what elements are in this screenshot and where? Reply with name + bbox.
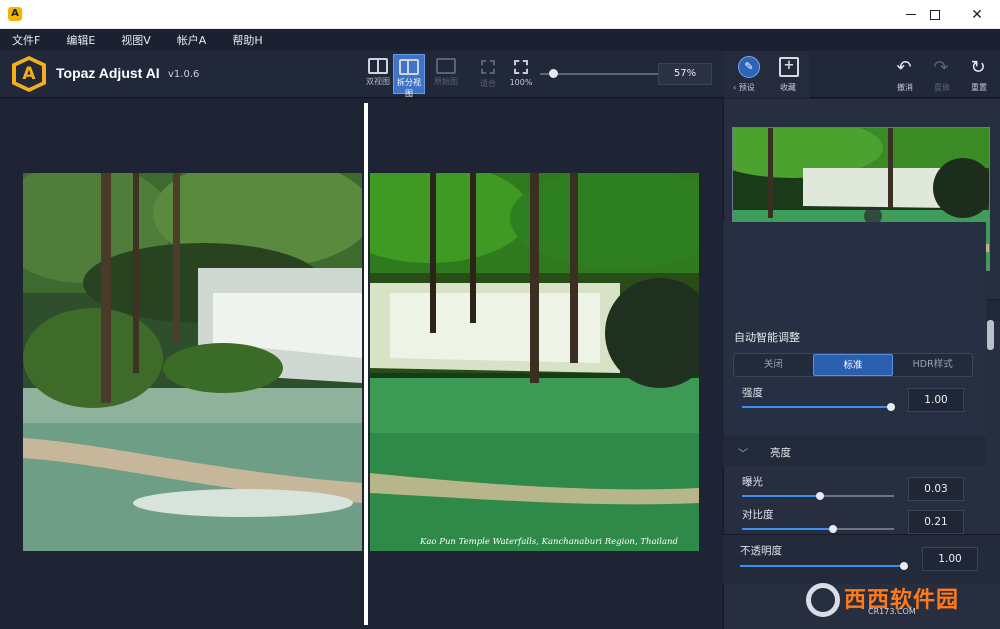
waterfall-photo-enhanced bbox=[370, 173, 699, 551]
fit-zoom-label: 适合 bbox=[480, 79, 496, 88]
topaz-logo-icon: A bbox=[12, 56, 46, 92]
reset-label: 重置 bbox=[971, 83, 987, 92]
site-watermark: 西西软件园 CR173.COM bbox=[806, 581, 984, 619]
actual-size-button[interactable]: 100% bbox=[506, 58, 536, 87]
watermark-logo-icon bbox=[806, 583, 840, 617]
contrast-slider-fill bbox=[742, 528, 833, 530]
contrast-label: 对比度 bbox=[742, 509, 774, 521]
actual-size-icon bbox=[514, 60, 528, 74]
maximize-icon bbox=[930, 9, 940, 20]
redo-icon[interactable]: ↷ bbox=[930, 57, 952, 79]
image-caption: Kao Pun Temple Waterfalls, Kanchanaburi … bbox=[420, 537, 678, 547]
opacity-slider-handle[interactable] bbox=[900, 562, 908, 570]
fit-zoom-button[interactable]: 适合 bbox=[473, 58, 503, 89]
auto-adjust-title: 自动智能调整 bbox=[734, 331, 800, 344]
split-view-label: 拆分视图 bbox=[397, 78, 421, 98]
mode-hdr-button[interactable]: HDR样式 bbox=[893, 354, 972, 376]
dual-view-icon bbox=[368, 58, 388, 74]
strength-slider-handle[interactable] bbox=[887, 403, 895, 411]
close-button[interactable]: ✕ bbox=[954, 0, 1000, 29]
brightness-section-header[interactable] bbox=[723, 436, 986, 466]
split-view-icon bbox=[399, 59, 419, 75]
contrast-value-field[interactable]: 0.21 bbox=[908, 510, 964, 534]
zoom-slider-handle[interactable] bbox=[549, 69, 558, 78]
title-bar: A ✕ bbox=[0, 0, 1000, 29]
menu-edit[interactable]: 编辑E bbox=[66, 32, 95, 48]
zoom-value-field[interactable]: 57% bbox=[658, 63, 712, 85]
undo-icon[interactable]: ↶ bbox=[893, 57, 915, 79]
strength-slider-fill bbox=[742, 406, 891, 408]
exposure-label: 曝光 bbox=[742, 476, 763, 488]
contrast-slider-handle[interactable] bbox=[829, 525, 837, 533]
original-view-button[interactable]: 原始图 bbox=[430, 54, 462, 94]
app-window: A ✕ 文件F 编辑E 视图V 帐户A 帮助H A Topaz Adjust A… bbox=[0, 0, 1000, 629]
maximize-button[interactable] bbox=[912, 0, 958, 29]
preset-icon[interactable]: ✎ bbox=[738, 56, 760, 78]
mode-off-button[interactable]: 关闭 bbox=[734, 354, 813, 376]
original-image-half bbox=[23, 173, 362, 551]
menu-bar: 文件F 编辑E 视图V 帐户A 帮助H bbox=[0, 29, 1000, 51]
exposure-value-field[interactable]: 0.03 bbox=[908, 477, 964, 501]
split-view-button[interactable]: 拆分视图 bbox=[393, 54, 425, 98]
enhanced-image-half: Kao Pun Temple Waterfalls, Kanchanaburi … bbox=[370, 173, 699, 551]
menu-view[interactable]: 视图V bbox=[121, 32, 151, 48]
app-version: v1.0.6 bbox=[168, 69, 200, 80]
image-icon bbox=[436, 58, 456, 74]
split-divider-handle[interactable] bbox=[364, 103, 368, 625]
strength-value-field[interactable]: 1.00 bbox=[908, 388, 964, 412]
favorites-icon[interactable]: + bbox=[779, 57, 799, 77]
actual-size-label: 100% bbox=[509, 78, 533, 87]
dual-view-button[interactable]: 双视图 bbox=[362, 54, 394, 94]
undo-label: 撤消 bbox=[897, 83, 913, 92]
exposure-slider-handle[interactable] bbox=[816, 492, 824, 500]
app-logo-icon: A bbox=[8, 7, 22, 21]
reset-icon[interactable]: ↻ bbox=[967, 57, 989, 79]
opacity-slider-fill bbox=[740, 565, 904, 567]
opacity-label: 不透明度 bbox=[740, 545, 782, 557]
main-toolbar: A Topaz Adjust AI v1.0.6 双视图 拆分视图 原始图 适合… bbox=[0, 51, 1000, 98]
redo-label: 重做 bbox=[934, 83, 950, 92]
auto-mode-segment: 关闭 标准 HDR样式 bbox=[733, 353, 973, 377]
close-icon: ✕ bbox=[971, 6, 983, 23]
preset-label: ‹ 预设 bbox=[733, 83, 755, 92]
chevron-down-icon: ﹀ bbox=[738, 449, 748, 460]
brightness-title: 亮度 bbox=[770, 447, 791, 459]
watermark-domain: CR173.COM bbox=[868, 607, 916, 616]
original-view-label: 原始图 bbox=[434, 77, 458, 86]
strength-label: 强度 bbox=[742, 387, 763, 399]
exposure-slider-fill bbox=[742, 495, 820, 497]
opacity-value-field[interactable]: 1.00 bbox=[922, 547, 978, 571]
menu-account[interactable]: 帐户A bbox=[177, 32, 207, 48]
fit-screen-icon bbox=[481, 60, 495, 74]
menu-help[interactable]: 帮助H bbox=[232, 32, 262, 48]
dual-view-label: 双视图 bbox=[366, 77, 390, 86]
image-canvas[interactable]: Kao Pun Temple Waterfalls, Kanchanaburi … bbox=[0, 99, 722, 629]
menu-file[interactable]: 文件F bbox=[12, 32, 40, 48]
favorites-label: 收藏 bbox=[780, 83, 796, 92]
app-name: Topaz Adjust AI bbox=[56, 65, 160, 81]
mode-standard-button[interactable]: 标准 bbox=[812, 354, 894, 376]
panel-scrollbar[interactable] bbox=[987, 320, 994, 350]
waterfall-photo-original bbox=[23, 173, 362, 551]
